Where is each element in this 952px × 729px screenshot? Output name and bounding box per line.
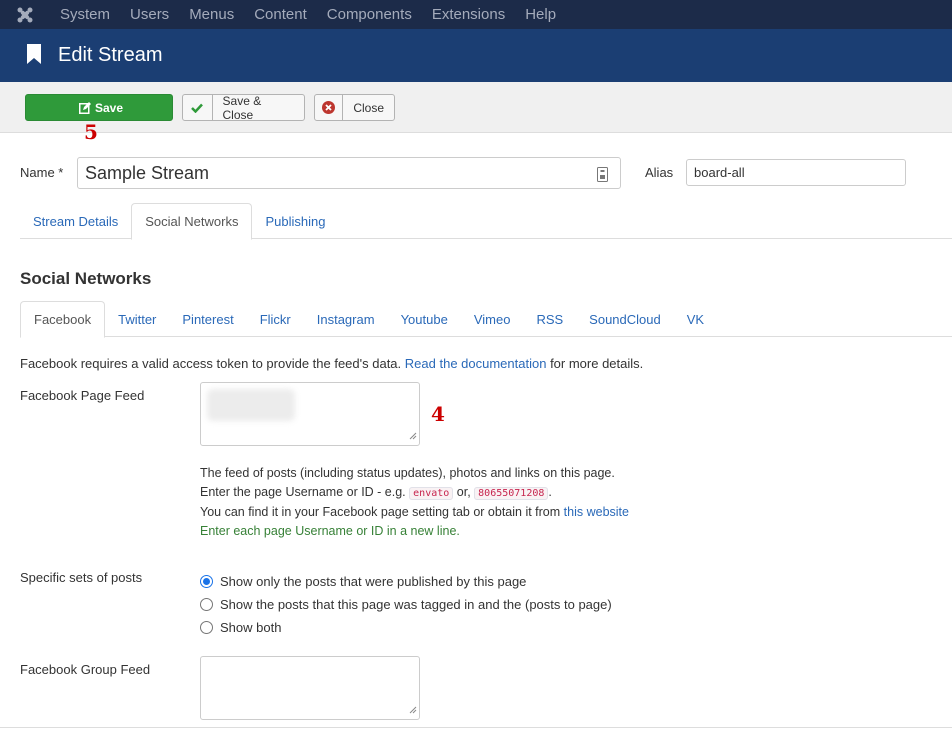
menu-menus[interactable]: Menus: [179, 0, 244, 29]
group-feed-textarea[interactable]: [200, 656, 420, 720]
page-feed-textarea[interactable]: [200, 382, 420, 446]
radio-show-both[interactable]: Show both: [200, 616, 612, 639]
page-feed-help: The feed of posts (including status upda…: [200, 466, 629, 538]
tab-publishing[interactable]: Publishing: [252, 203, 338, 239]
annotation-5: 5: [84, 120, 98, 144]
example-code-id: 80655071208: [474, 486, 549, 500]
menu-help[interactable]: Help: [515, 0, 566, 29]
page-header: Edit Stream: [0, 29, 952, 82]
tab-vk[interactable]: VK: [674, 301, 717, 337]
toolbar: Save Save & Close Close: [0, 82, 952, 133]
tab-stream-details[interactable]: Stream Details: [20, 203, 131, 239]
tab-pinterest[interactable]: Pinterest: [169, 301, 246, 337]
tab-soundcloud[interactable]: SoundCloud: [576, 301, 674, 337]
close-button[interactable]: Close: [314, 94, 395, 121]
resize-handle-icon[interactable]: [409, 702, 417, 717]
tab-flickr[interactable]: Flickr: [247, 301, 304, 337]
specific-posts-label: Specific sets of posts: [20, 570, 143, 585]
tab-twitter[interactable]: Twitter: [105, 301, 169, 337]
section-title: Social Networks: [20, 269, 152, 288]
tab-youtube[interactable]: Youtube: [388, 301, 461, 337]
save-close-button[interactable]: Save & Close: [182, 94, 305, 122]
alias-input[interactable]: board-all: [686, 159, 906, 186]
facebook-description: Facebook requires a valid access token t…: [20, 356, 644, 371]
page-feed-label: Facebook Page Feed: [20, 388, 145, 403]
page-title: Edit Stream: [58, 44, 163, 66]
close-circle-icon: [315, 95, 344, 120]
radio-icon: [200, 598, 213, 611]
tab-facebook[interactable]: Facebook: [20, 301, 106, 338]
edit-icon: [75, 95, 95, 120]
annotation-4: 4: [431, 402, 445, 426]
menu-users[interactable]: Users: [120, 0, 179, 29]
radio-tagged-in[interactable]: Show the posts that this page was tagged…: [200, 593, 612, 616]
tab-vimeo[interactable]: Vimeo: [461, 301, 524, 337]
name-input[interactable]: Sample Stream: [77, 157, 621, 189]
menu-content[interactable]: Content: [244, 0, 317, 29]
name-label: Name *: [20, 165, 64, 180]
bookmark-icon: [26, 44, 42, 67]
joomla-logo-icon[interactable]: [0, 0, 50, 29]
check-icon: [183, 95, 213, 120]
resize-handle-icon[interactable]: [409, 428, 417, 443]
menu-components[interactable]: Components: [317, 0, 422, 29]
radio-selected-icon: [200, 575, 213, 588]
network-tabs: Facebook Twitter Pinterest Flickr Instag…: [20, 301, 952, 338]
save-button[interactable]: Save: [25, 94, 173, 121]
divider: [0, 727, 952, 728]
main-tabs: Stream Details Social Networks Publishin…: [20, 203, 952, 240]
tab-rss[interactable]: RSS: [523, 301, 576, 337]
documentation-link[interactable]: Read the documentation: [405, 356, 547, 371]
radio-published-by-page[interactable]: Show only the posts that were published …: [200, 570, 612, 593]
group-feed-label: Facebook Group Feed: [20, 662, 151, 677]
radio-icon: [200, 621, 213, 634]
top-menu-bar: System Users Menus Content Components Ex…: [0, 0, 952, 29]
this-website-link[interactable]: this website: [564, 505, 629, 519]
text-field-icon: [597, 166, 608, 187]
example-code-username: envato: [409, 486, 454, 500]
tab-social-networks[interactable]: Social Networks: [131, 203, 253, 240]
menu-extensions[interactable]: Extensions: [422, 0, 515, 29]
blurred-content: [207, 389, 295, 421]
menu-system[interactable]: System: [50, 0, 120, 29]
alias-label: Alias: [645, 165, 674, 180]
tab-instagram[interactable]: Instagram: [304, 301, 388, 337]
specific-posts-radios: Show only the posts that were published …: [200, 570, 612, 639]
